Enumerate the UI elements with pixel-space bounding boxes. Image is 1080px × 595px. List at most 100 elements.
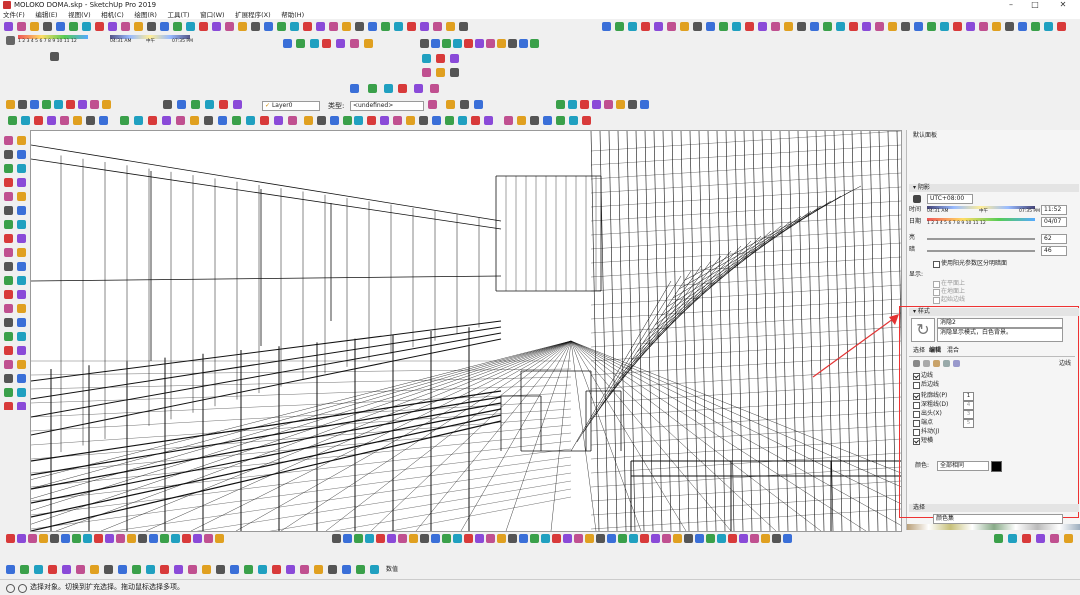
- toolbar-button[interactable]: [17, 164, 26, 173]
- toolbar-button[interactable]: [442, 534, 451, 543]
- toolbar-button[interactable]: [436, 68, 445, 77]
- toolbar-button[interactable]: [343, 534, 352, 543]
- toolbar-button[interactable]: [607, 534, 616, 543]
- toolbar-button[interactable]: [4, 402, 13, 410]
- bottom-toolbar[interactable]: [0, 531, 1080, 547]
- toolbar-button[interactable]: [431, 39, 440, 48]
- geo-location-icon[interactable]: [6, 584, 15, 593]
- toolbar-button[interactable]: [300, 565, 309, 574]
- toolbar-button[interactable]: [1031, 22, 1040, 31]
- toolbar-button[interactable]: [628, 100, 637, 109]
- toolbar-button[interactable]: [486, 39, 495, 48]
- toolbar-button[interactable]: [4, 150, 13, 159]
- shadows-panel-header[interactable]: ▾ 阴影: [909, 184, 1079, 192]
- toolbar-button[interactable]: [739, 534, 748, 543]
- toolbar-button[interactable]: [17, 136, 26, 145]
- toolbar-button[interactable]: [355, 22, 364, 31]
- toolbar-button[interactable]: [17, 374, 26, 383]
- dark-slider[interactable]: [927, 250, 1035, 252]
- toolbar-button[interactable]: [147, 22, 156, 31]
- toolbar-button[interactable]: [475, 39, 484, 48]
- toolbar-button[interactable]: [17, 534, 26, 543]
- toolbar-button[interactable]: [453, 39, 462, 48]
- toolbar-button[interactable]: [193, 534, 202, 543]
- toolbar-button[interactable]: [364, 39, 373, 48]
- toolbar-button[interactable]: [118, 565, 127, 574]
- toolbar-button[interactable]: [914, 22, 923, 31]
- toolbar-button[interactable]: [163, 100, 172, 109]
- toolbar-button[interactable]: [342, 22, 351, 31]
- toolbar-button[interactable]: [4, 304, 13, 313]
- toolbar-button[interactable]: [4, 276, 13, 285]
- toolbar-button[interactable]: [17, 360, 26, 369]
- toolbar-button[interactable]: [517, 116, 526, 125]
- toolbar-button[interactable]: [342, 565, 351, 574]
- toolbar-button[interactable]: [862, 22, 871, 31]
- toolbar-button[interactable]: [732, 22, 741, 31]
- toolbar-button[interactable]: [149, 534, 158, 543]
- toolbar-button[interactable]: [232, 116, 241, 125]
- toolbar-button[interactable]: [177, 100, 186, 109]
- toolbar-button[interactable]: [82, 22, 91, 31]
- toolbar-button[interactable]: [105, 534, 114, 543]
- toolbar-button[interactable]: [1044, 22, 1053, 31]
- toolbar-button[interactable]: [508, 39, 517, 48]
- toolbar-button[interactable]: [277, 22, 286, 31]
- style-thumbnail-icon[interactable]: ↻: [911, 318, 935, 342]
- style-description[interactable]: 消隐显示模式，白色背景。: [937, 328, 1063, 342]
- toolbar-button[interactable]: [640, 534, 649, 543]
- toolbar-button[interactable]: [1050, 534, 1059, 543]
- toolbar-button[interactable]: [446, 100, 455, 109]
- toolbar-button[interactable]: [190, 116, 199, 125]
- toolbar-button[interactable]: [95, 22, 104, 31]
- toolbar-button[interactable]: [17, 220, 26, 229]
- toolbar-button[interactable]: [407, 22, 416, 31]
- toolbar-button[interactable]: [431, 534, 440, 543]
- profiles-checkbox[interactable]: [913, 393, 920, 400]
- toolbar-button[interactable]: [580, 100, 589, 109]
- on-faces-checkbox[interactable]: [933, 281, 940, 288]
- toolbar-button[interactable]: [4, 290, 13, 299]
- styles-panel-header[interactable]: ▾ 样式: [909, 308, 1079, 316]
- toolbar-button[interactable]: [6, 100, 15, 109]
- toolbar-button[interactable]: [569, 116, 578, 125]
- materials-panel-header[interactable]: 选择: [909, 504, 1079, 512]
- toolbar-button[interactable]: [76, 565, 85, 574]
- toolbar-button[interactable]: [202, 565, 211, 574]
- toolbar-button[interactable]: [62, 565, 71, 574]
- extension-value[interactable]: 3: [963, 410, 974, 419]
- extension-checkbox[interactable]: [913, 411, 920, 418]
- toolbar-button[interactable]: [42, 100, 51, 109]
- toolbar-button[interactable]: [420, 534, 429, 543]
- toolbar-button[interactable]: [173, 22, 182, 31]
- toolbar-button[interactable]: [464, 534, 473, 543]
- toolbar-button[interactable]: [17, 150, 26, 159]
- toolbar-button[interactable]: [4, 346, 13, 355]
- toolbar-button[interactable]: [69, 22, 78, 31]
- toolbar-button[interactable]: [654, 22, 663, 31]
- toolbar-button[interactable]: [34, 565, 43, 574]
- toolbar-button[interactable]: [641, 22, 650, 31]
- toolbar-button[interactable]: [398, 84, 407, 93]
- depth-cue-checkbox[interactable]: [913, 402, 920, 409]
- toolbar-button[interactable]: [17, 318, 26, 327]
- toolbar-button[interactable]: [4, 262, 13, 271]
- toolbar-button[interactable]: [174, 565, 183, 574]
- toolbar-button[interactable]: [1005, 22, 1014, 31]
- toolbar-button[interactable]: [406, 116, 415, 125]
- color-mode-select[interactable]: 全部相同: [937, 461, 989, 471]
- toolbar-button[interactable]: [132, 565, 141, 574]
- toolbar-button[interactable]: [1036, 534, 1045, 543]
- toolbar-button[interactable]: [432, 116, 441, 125]
- toolbar-button[interactable]: [370, 565, 379, 574]
- tab-select[interactable]: 选择: [913, 347, 925, 355]
- toolbar-button[interactable]: [290, 22, 299, 31]
- toolbar-button[interactable]: [322, 39, 331, 48]
- toolbar-button[interactable]: [90, 565, 99, 574]
- toolbar-button[interactable]: [17, 388, 26, 397]
- toolbar-button[interactable]: [28, 534, 37, 543]
- toolbar-button[interactable]: [20, 565, 29, 574]
- toolbar-button[interactable]: [72, 534, 81, 543]
- toolbar-button[interactable]: [484, 116, 493, 125]
- toolbar-button[interactable]: [218, 116, 227, 125]
